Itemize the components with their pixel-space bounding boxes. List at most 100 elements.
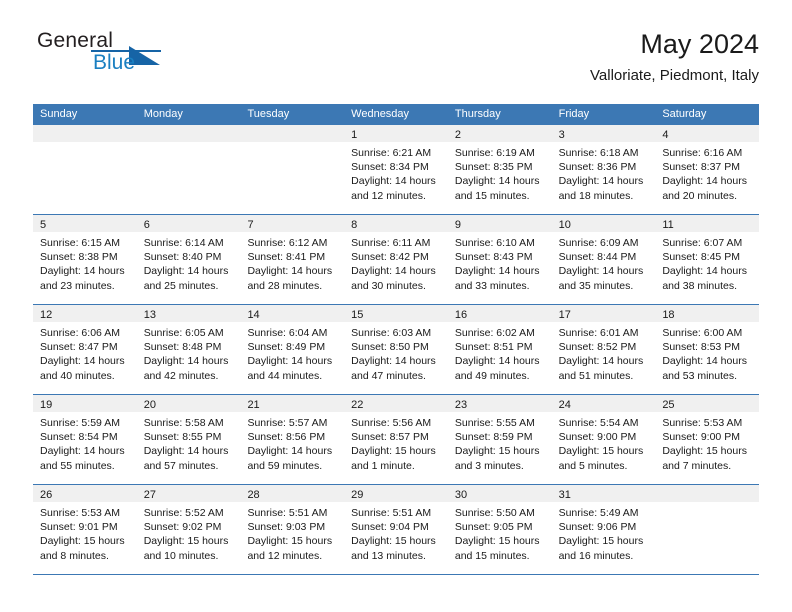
day-number-strip [240,125,345,142]
day-number: 28 [247,489,260,501]
calendar-day-cell[interactable]: 19 Sunrise: 5:59 AM Sunset: 8:54 PM Dayligh… [33,395,137,484]
day-detail-line: and 20 minutes. [662,189,738,202]
calendar-day-cell[interactable]: 21 Sunrise: 5:57 AM Sunset: 8:56 PM Dayligh… [240,395,345,484]
calendar-day-cell[interactable]: 20 Sunrise: 5:58 AM Sunset: 8:55 PM Dayligh… [136,395,241,484]
day-detail-line: and 12 minutes. [247,549,323,562]
day-detail-line: Sunset: 8:38 PM [40,251,118,264]
day-detail-line: Sunrise: 6:05 AM [143,327,224,339]
day-details: Sunrise: 5:50 AM Sunset: 9:05 PM Daylight:… [448,502,552,563]
day-detail-line: and 57 minutes. [143,459,219,472]
day-number-strip: 9 [447,215,552,232]
day-detail-line: Sunrise: 6:12 AM [247,237,328,249]
calendar-week-row: 12 Sunrise: 6:06 AM Sunset: 8:47 PM Dayligh… [33,305,760,395]
calendar-day-cell[interactable]: 12 Sunrise: 6:06 AM Sunset: 8:47 PM Dayligh… [33,305,137,394]
weekday-header-saturday: Saturday [662,108,707,120]
day-detail-line: and 42 minutes. [143,369,219,382]
weekday-header-wednesday: Wednesday [351,108,410,120]
calendar-day-cell[interactable]: 31 Sunrise: 5:49 AM Sunset: 9:06 PM Dayligh… [551,485,656,574]
day-details: Sunrise: 6:09 AM Sunset: 8:44 PM Daylight:… [552,232,656,293]
day-detail-line: and 12 minutes. [351,189,426,202]
calendar-weeks: 1 Sunrise: 6:21 AM Sunset: 8:34 PM Daylight… [33,125,760,575]
day-detail-line: Daylight: 14 hours [40,265,125,278]
calendar-day-cell[interactable]: 2 Sunrise: 6:19 AM Sunset: 8:35 PM Daylight… [447,125,552,214]
calendar-day-cell[interactable]: 30 Sunrise: 5:50 AM Sunset: 9:05 PM Dayligh… [447,485,552,574]
day-detail-line: Daylight: 14 hours [454,265,540,278]
calendar-day-cell[interactable]: 15 Sunrise: 6:03 AM Sunset: 8:50 PM Dayligh… [344,305,448,394]
calendar-day-cell[interactable]: 23 Sunrise: 5:55 AM Sunset: 8:59 PM Dayligh… [447,395,552,484]
calendar-day-cell[interactable]: 8 Sunrise: 6:11 AM Sunset: 8:42 PM Daylight… [344,215,448,304]
day-detail-line: Daylight: 14 hours [662,355,747,368]
day-number: 2 [454,129,461,141]
day-detail-line: Sunset: 8:36 PM [558,161,637,174]
day-number: 30 [454,489,468,501]
day-detail-line: Sunset: 8:56 PM [247,431,326,444]
calendar-day-cell[interactable]: 9 Sunrise: 6:10 AM Sunset: 8:43 PM Daylight… [447,215,552,304]
day-detail-line: and 16 minutes. [558,549,634,562]
day-detail-line: Sunrise: 5:54 AM [558,417,639,429]
day-detail-line: Daylight: 15 hours [558,535,644,548]
day-number: 21 [247,399,260,411]
calendar-day-cell[interactable]: 16 Sunrise: 6:02 AM Sunset: 8:51 PM Dayligh… [447,305,552,394]
calendar-day-cell[interactable]: 28 Sunrise: 5:51 AM Sunset: 9:03 PM Dayligh… [240,485,345,574]
day-detail-line: and 18 minutes. [558,189,634,202]
day-details: Sunrise: 5:58 AM Sunset: 8:55 PM Daylight:… [137,412,241,473]
calendar-day-cell[interactable]: 13 Sunrise: 6:05 AM Sunset: 8:48 PM Dayligh… [136,305,241,394]
day-detail-line: Sunrise: 6:02 AM [454,327,535,339]
day-detail-line: Sunrise: 6:16 AM [662,147,743,159]
day-detail-line: Sunset: 8:35 PM [454,161,533,174]
calendar-day-cell[interactable]: 22 Sunrise: 5:56 AM Sunset: 8:57 PM Dayligh… [344,395,448,484]
day-detail-line: Sunrise: 5:53 AM [662,417,743,429]
day-detail-line: Sunrise: 6:04 AM [247,327,328,339]
calendar-day-cell[interactable]: 27 Sunrise: 5:52 AM Sunset: 9:02 PM Dayligh… [136,485,241,574]
calendar-day-cell[interactable]: 6 Sunrise: 6:14 AM Sunset: 8:40 PM Daylight… [136,215,241,304]
day-number-strip [33,125,137,142]
calendar-day-cell[interactable]: 24 Sunrise: 5:54 AM Sunset: 9:00 PM Dayligh… [551,395,656,484]
calendar-day-cell[interactable]: 10 Sunrise: 6:09 AM Sunset: 8:44 PM Dayligh… [551,215,656,304]
day-detail-line: Sunset: 8:48 PM [143,341,222,354]
calendar-day-cell[interactable]: 14 Sunrise: 6:04 AM Sunset: 8:49 PM Dayligh… [240,305,345,394]
day-detail-line: Sunset: 8:49 PM [247,341,326,354]
day-details: Sunrise: 5:59 AM Sunset: 8:54 PM Daylight:… [33,412,137,473]
day-detail-line: Sunrise: 6:00 AM [662,327,743,339]
calendar-day-cell[interactable]: 5 Sunrise: 6:15 AM Sunset: 8:38 PM Daylight… [33,215,137,304]
day-details: Sunrise: 6:10 AM Sunset: 8:43 PM Daylight:… [448,232,552,293]
day-detail-line: and 5 minutes. [558,459,628,472]
day-number-strip: 17 [551,305,656,322]
calendar-day-cell[interactable]: 18 Sunrise: 6:00 AM Sunset: 8:53 PM Dayligh… [655,305,760,394]
day-number-strip: 8 [344,215,448,232]
day-detail-line: Sunset: 8:44 PM [558,251,637,264]
calendar-day-cell[interactable]: 17 Sunrise: 6:01 AM Sunset: 8:52 PM Dayligh… [551,305,656,394]
day-details: Sunrise: 5:49 AM Sunset: 9:06 PM Daylight:… [552,502,656,563]
general-blue-logo[interactable]: General Blue [33,28,293,88]
calendar-day-cell[interactable]: 29 Sunrise: 5:51 AM Sunset: 9:04 PM Dayligh… [344,485,448,574]
day-detail-line: and 7 minutes. [662,459,732,472]
calendar-day-cell[interactable]: 4 Sunrise: 6:16 AM Sunset: 8:37 PM Daylight… [655,125,760,214]
calendar-day-cell[interactable]: 1 Sunrise: 6:21 AM Sunset: 8:34 PM Daylight… [344,125,448,214]
calendar-day-cell[interactable]: 25 Sunrise: 5:53 AM Sunset: 9:00 PM Dayligh… [655,395,760,484]
calendar-day-cell[interactable]: 26 Sunrise: 5:53 AM Sunset: 9:01 PM Dayligh… [33,485,137,574]
calendar-week-row: 26 Sunrise: 5:53 AM Sunset: 9:01 PM Dayligh… [33,485,760,575]
calendar-day-cell[interactable]: 3 Sunrise: 6:18 AM Sunset: 8:36 PM Daylight… [551,125,656,214]
day-detail-line: Sunrise: 6:10 AM [454,237,535,249]
logo-text-blue: Blue [93,51,136,74]
day-detail-line: and 3 minutes. [454,459,524,472]
day-detail-line: Sunrise: 6:01 AM [558,327,639,339]
calendar-week-row: 1 Sunrise: 6:21 AM Sunset: 8:34 PM Daylight… [33,125,760,215]
weekday-header-friday: Friday [558,108,590,120]
day-detail-line: and 15 minutes. [454,189,530,202]
calendar-page: General Blue May 2024 Valloriate, Piedmo… [0,0,792,612]
day-detail-line: Sunrise: 6:03 AM [351,327,432,339]
calendar-day-cell[interactable]: 7 Sunrise: 6:12 AM Sunset: 8:41 PM Daylight… [240,215,345,304]
day-detail-line: and 15 minutes. [454,549,530,562]
day-number: 11 [662,219,674,231]
day-number: 14 [247,309,260,321]
day-detail-line: and 59 minutes. [247,459,323,472]
day-detail-line: Daylight: 14 hours [662,265,747,278]
calendar-day-cell-empty [33,125,137,214]
weekday-header-monday: Monday [143,108,183,120]
day-number: 23 [454,399,468,411]
calendar-week-row: 5 Sunrise: 6:15 AM Sunset: 8:38 PM Daylight… [33,215,760,305]
calendar-day-cell[interactable]: 11 Sunrise: 6:07 AM Sunset: 8:45 PM Dayligh… [655,215,760,304]
day-detail-line: Daylight: 14 hours [247,265,333,278]
day-number: 5 [40,219,47,231]
